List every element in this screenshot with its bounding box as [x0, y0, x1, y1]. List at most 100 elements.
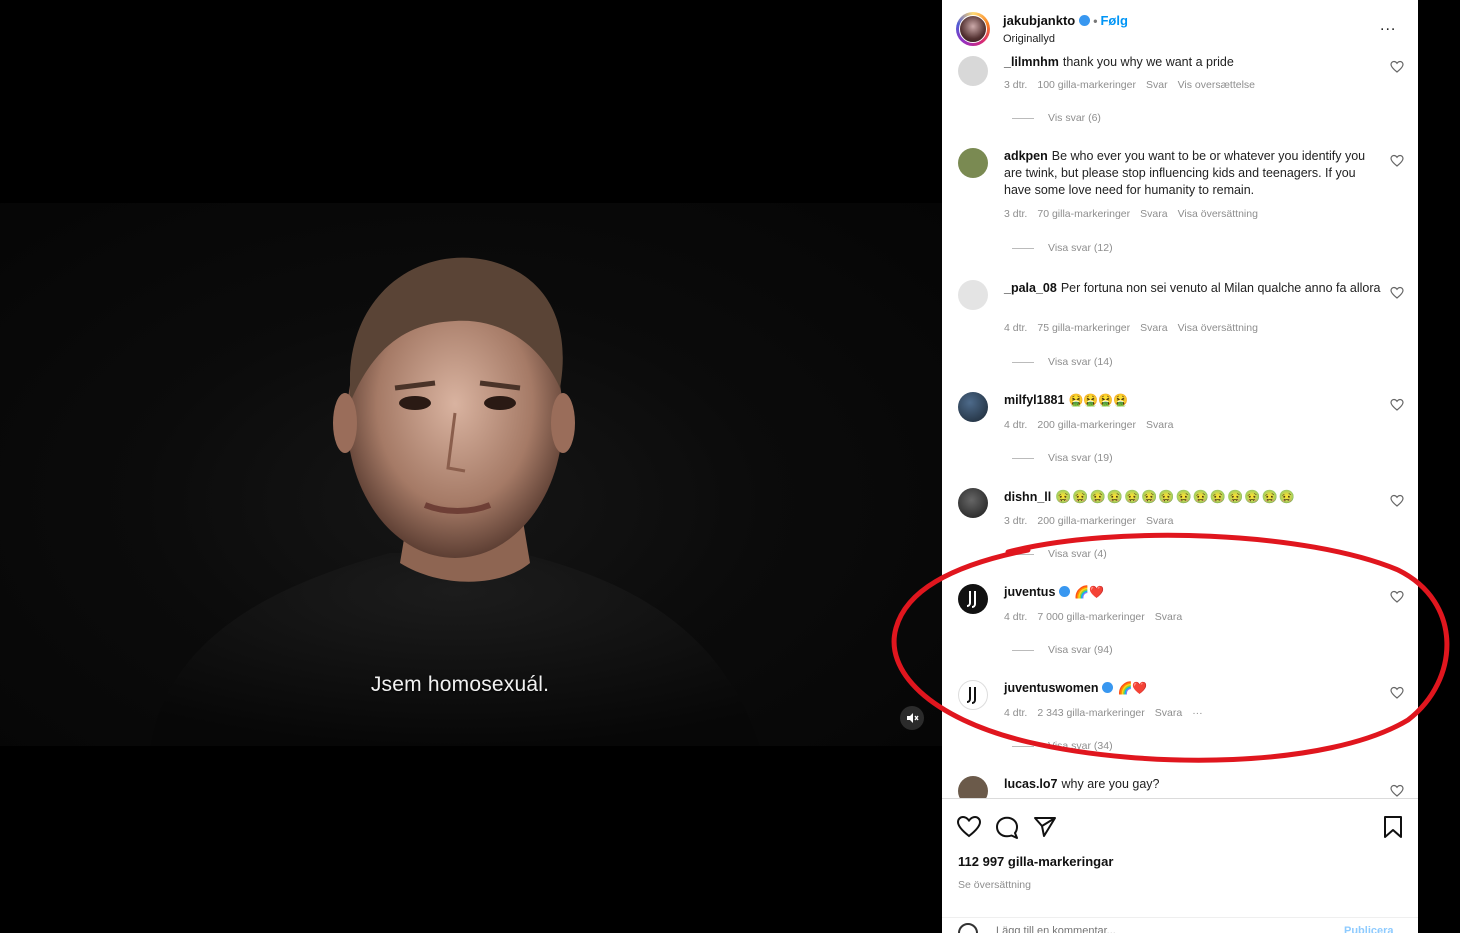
- see-translation-link[interactable]: Vis oversættelse: [1178, 79, 1255, 91]
- video-subtitle: Jsem homosexuál.: [370, 673, 550, 696]
- comment-item: juventuswomen 🌈❤️ 4 dtr. 2 343 gilla-marke…: [942, 680, 1418, 760]
- add-comment-row: Publicera: [942, 917, 1418, 933]
- commenter-username[interactable]: lucas.lo7: [1004, 777, 1058, 791]
- comment-item: dishn_ll 🤢🤢🤢🤢🤢🤢🤢🤢🤢🤢🤢🤢🤢🤢 3 dtr. 200 gilla-m…: [942, 488, 1418, 568]
- video-frame[interactable]: Jsem homosexuál.: [0, 203, 942, 746]
- post-side-panel: jakubjankto • Følg Originallyd ... _lilmnh…: [942, 0, 1418, 933]
- post-header: jakubjankto • Følg Originallyd ...: [942, 0, 1418, 52]
- comment-item: milfyl1881 🤮🤮🤮🤮 4 dtr. 200 gilla-markering…: [942, 392, 1418, 472]
- commenter-username[interactable]: adkpen: [1004, 149, 1048, 163]
- comment-item: _pala_08 Per fortuna non sei venuto al Mi…: [942, 280, 1418, 375]
- more-options-icon[interactable]: ...: [1380, 17, 1396, 35]
- heart-icon[interactable]: [956, 814, 982, 840]
- like-comment-heart-icon[interactable]: [1390, 286, 1404, 300]
- comment-age: 3 dtr.: [1004, 515, 1028, 527]
- comment-likes[interactable]: 200 gilla-markeringer: [1037, 515, 1136, 527]
- comment-text: thank you why we want a pride: [1062, 55, 1234, 69]
- comment-item: _lilmnhm thank you why we want a pride 3 …: [942, 52, 1418, 132]
- view-replies-link[interactable]: Visa svar (4): [1012, 548, 1107, 560]
- comment-likes[interactable]: 100 gilla-markeringer: [1037, 79, 1136, 91]
- juventus-logo-icon: [966, 687, 976, 704]
- view-replies-link[interactable]: Vis svar (6): [1012, 112, 1101, 124]
- comment-likes[interactable]: 75 gilla-markeringer: [1037, 322, 1130, 334]
- comment-text: 🤢🤢🤢🤢🤢🤢🤢🤢🤢🤢🤢🤢🤢🤢: [1055, 489, 1296, 504]
- like-comment-heart-icon[interactable]: [1390, 154, 1404, 168]
- reply-button[interactable]: Svara: [1146, 419, 1173, 431]
- audio-label[interactable]: Originallyd: [1003, 33, 1055, 45]
- video-panel[interactable]: Jsem homosexuál.: [0, 0, 942, 933]
- emoji-picker-icon[interactable]: [958, 923, 978, 933]
- juventus-logo-icon: [966, 591, 976, 608]
- comment-age: 4 dtr.: [1004, 707, 1028, 719]
- comment-age: 3 dtr.: [1004, 208, 1028, 220]
- bookmark-icon[interactable]: [1380, 814, 1406, 840]
- like-comment-heart-icon[interactable]: [1390, 398, 1404, 412]
- follow-button[interactable]: Følg: [1100, 13, 1127, 28]
- commenter-username[interactable]: _pala_08: [1004, 281, 1057, 295]
- post-actions-bar: 112 997 gilla-markeringar Se översättnin…: [942, 798, 1418, 933]
- commenter-username[interactable]: milfyl1881: [1004, 393, 1064, 407]
- reply-button[interactable]: Svara: [1140, 208, 1167, 220]
- comment-text: 🌈❤️: [1074, 585, 1105, 599]
- commenter-username[interactable]: juventus: [1004, 585, 1055, 599]
- comment-likes[interactable]: 7 000 gilla-markeringer: [1037, 611, 1144, 623]
- view-replies-link[interactable]: Visa svar (12): [1012, 242, 1113, 254]
- comment-text: Per fortuna non sei venuto al Milan qual…: [1060, 281, 1381, 295]
- commenter-username[interactable]: _lilmnhm: [1004, 55, 1059, 69]
- comment-text: why are you gay?: [1061, 777, 1160, 791]
- comment-age: 3 dtr.: [1004, 79, 1028, 91]
- background-strip: [1418, 0, 1460, 933]
- view-replies-link[interactable]: Visa svar (19): [1012, 452, 1113, 464]
- commenter-avatar[interactable]: [958, 392, 988, 422]
- post-comment-button[interactable]: Publicera: [1344, 925, 1394, 933]
- comment-text: 🤮🤮🤮🤮: [1068, 393, 1129, 407]
- person-illustration: [150, 257, 760, 746]
- verified-icon: [1079, 15, 1091, 26]
- see-translation-link[interactable]: Visa översättning: [1178, 322, 1258, 334]
- comment-age: 4 dtr.: [1004, 419, 1028, 431]
- comment-text: Be who ever you want to be or whatever y…: [1004, 149, 1366, 197]
- like-comment-heart-icon[interactable]: [1390, 494, 1404, 508]
- add-comment-input[interactable]: [996, 925, 1296, 933]
- commenter-avatar[interactable]: [958, 488, 988, 518]
- like-comment-heart-icon[interactable]: [1390, 686, 1404, 700]
- commenter-username[interactable]: juventuswomen: [1004, 681, 1098, 695]
- verified-icon: [1059, 586, 1071, 597]
- reply-button[interactable]: Svar: [1146, 79, 1168, 91]
- comment-item: juventus 🌈❤️ 4 dtr. 7 000 gilla-markeringe…: [942, 584, 1418, 664]
- comment-icon[interactable]: [994, 814, 1020, 840]
- share-icon[interactable]: [1032, 814, 1058, 840]
- speaker-muted-icon: [907, 713, 919, 723]
- view-replies-link[interactable]: Visa svar (94): [1012, 644, 1113, 656]
- commenter-avatar[interactable]: [958, 680, 988, 710]
- comment-item: lucas.lo7 why are you gay?: [942, 776, 1418, 806]
- author-username[interactable]: jakubjankto: [1003, 13, 1075, 28]
- author-avatar[interactable]: [956, 12, 990, 46]
- see-translation-link[interactable]: Visa översättning: [1178, 208, 1258, 220]
- like-comment-heart-icon[interactable]: [1390, 60, 1404, 74]
- likes-count[interactable]: 112 997 gilla-markeringar: [958, 854, 1113, 869]
- like-comment-heart-icon[interactable]: [1390, 784, 1404, 798]
- view-replies-link[interactable]: Visa svar (34): [1012, 740, 1113, 752]
- comment-age: 4 dtr.: [1004, 611, 1028, 623]
- see-translation-link[interactable]: Se översättning: [958, 879, 1031, 891]
- commenter-avatar[interactable]: [958, 56, 988, 86]
- reply-button[interactable]: Svara: [1155, 707, 1182, 719]
- comment-item: adkpen Be who ever you want to be or what…: [942, 148, 1418, 258]
- comment-options-icon[interactable]: ···: [1192, 707, 1203, 719]
- view-replies-link[interactable]: Visa svar (14): [1012, 356, 1113, 368]
- reply-button[interactable]: Svara: [1146, 515, 1173, 527]
- mute-button[interactable]: [900, 706, 924, 730]
- comment-likes[interactable]: 70 gilla-markeringer: [1037, 208, 1130, 220]
- commenter-avatar[interactable]: [958, 280, 988, 310]
- like-comment-heart-icon[interactable]: [1390, 590, 1404, 604]
- commenter-username[interactable]: dishn_ll: [1004, 490, 1051, 504]
- commenter-avatar[interactable]: [958, 584, 988, 614]
- comment-likes[interactable]: 200 gilla-markeringer: [1037, 419, 1136, 431]
- verified-icon: [1102, 682, 1114, 693]
- comment-likes[interactable]: 2 343 gilla-markeringer: [1037, 707, 1144, 719]
- reply-button[interactable]: Svara: [1140, 322, 1167, 334]
- reply-button[interactable]: Svara: [1155, 611, 1182, 623]
- comment-age: 4 dtr.: [1004, 322, 1028, 334]
- commenter-avatar[interactable]: [958, 148, 988, 178]
